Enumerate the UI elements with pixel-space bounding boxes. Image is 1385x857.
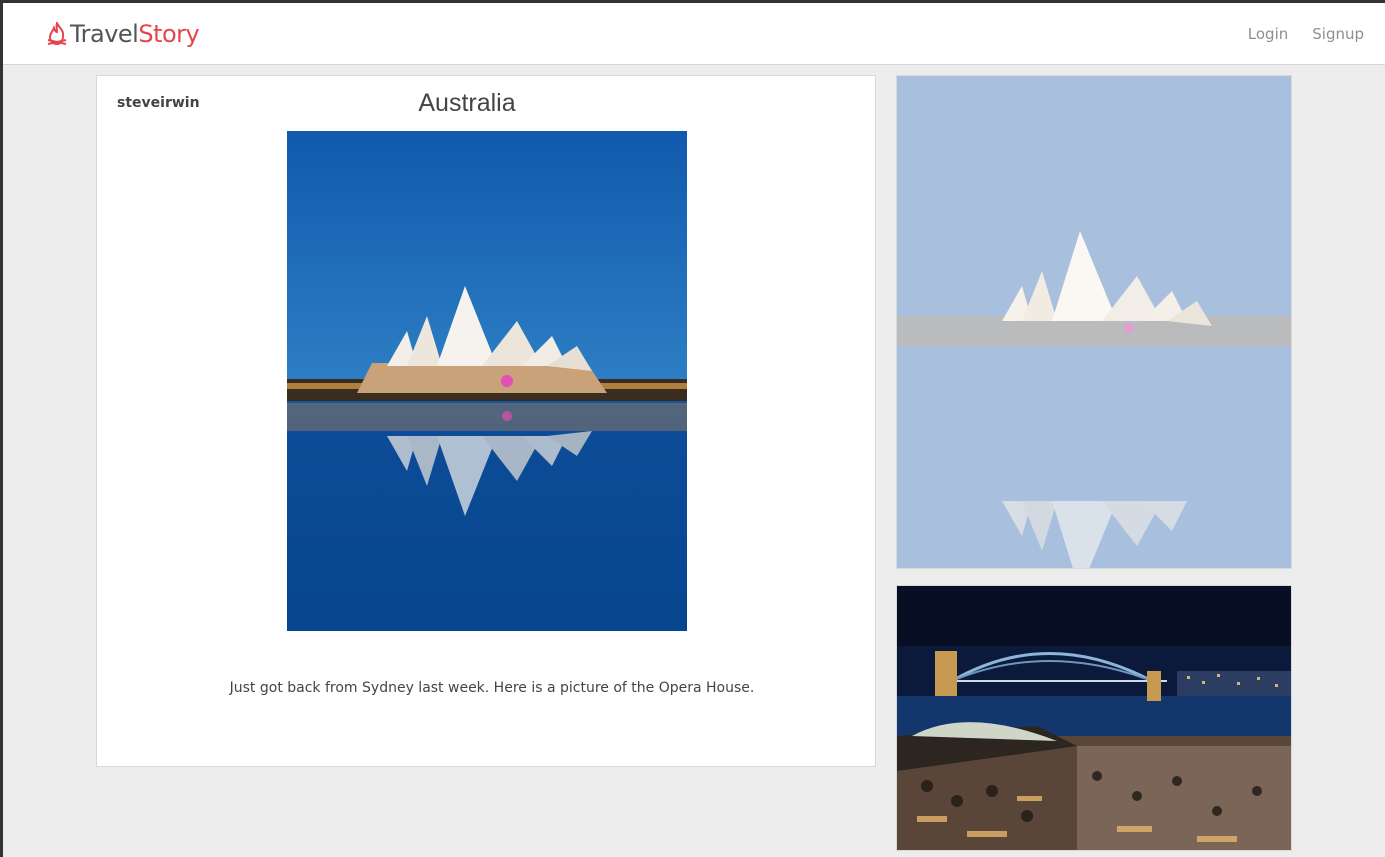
post-card: steveirwin Australia Just got back from … [96, 75, 876, 767]
opera-house-photo[interactable] [287, 131, 687, 631]
brand-name-part2: Story [138, 20, 200, 48]
nav-links: Login Signup [1248, 25, 1364, 43]
opera-house-faded-photo[interactable] [896, 75, 1292, 569]
brand-logo[interactable]: Travel Story [46, 20, 200, 48]
signup-link[interactable]: Signup [1312, 25, 1364, 43]
harbour-bridge-night-photo[interactable] [896, 585, 1292, 851]
brand-name-part1: Travel [70, 20, 139, 48]
flame-icon [47, 22, 67, 46]
post-title: Australia [418, 89, 516, 117]
login-link[interactable]: Login [1248, 25, 1288, 43]
navbar: Travel Story Login Signup [3, 3, 1385, 65]
opera-house-image [287, 131, 687, 631]
browser-viewport: Travel Story Login Signup steveirwin Aust… [0, 0, 1385, 857]
harbour-bridge-image [897, 586, 1291, 850]
opera-house-faded-image [897, 76, 1291, 568]
post-caption: Just got back from Sydney last week. Her… [229, 680, 755, 696]
